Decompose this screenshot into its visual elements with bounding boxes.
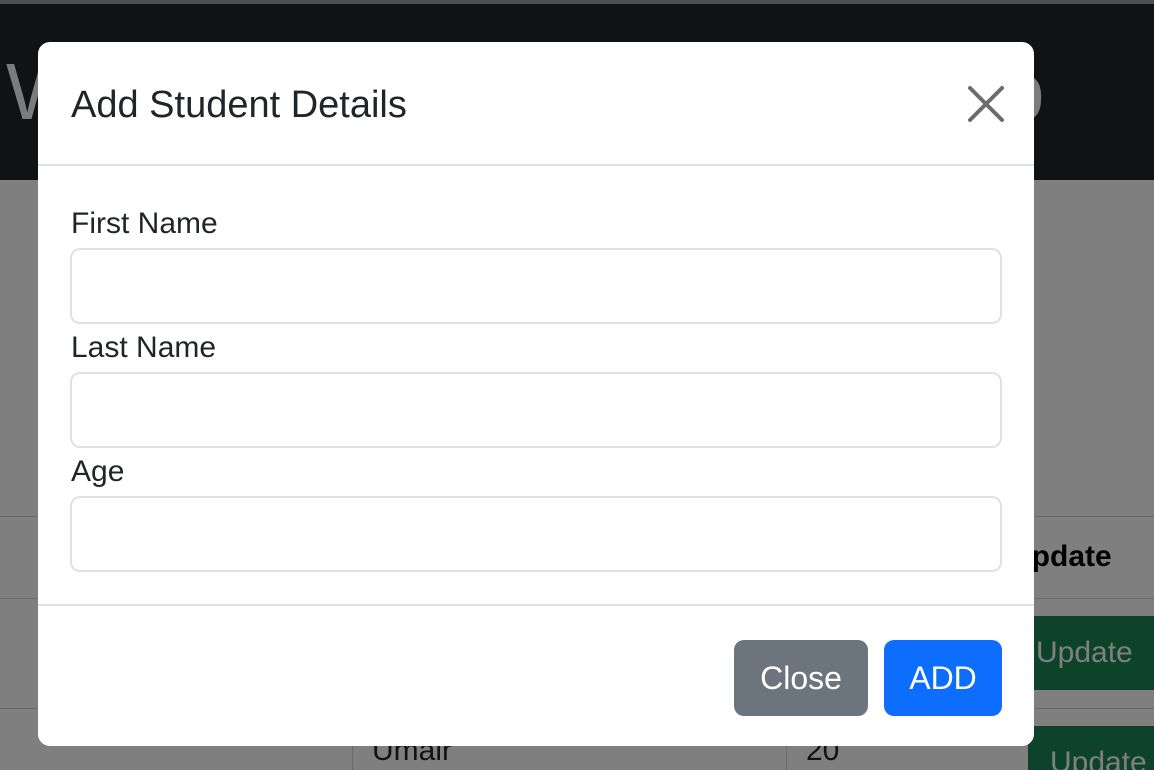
last-name-label: Last Name	[71, 331, 217, 364]
page: W p Update Update Umair 20 Update Add St…	[0, 0, 1154, 770]
first-name-field[interactable]	[70, 248, 1002, 324]
modal-header: Add Student Details	[38, 42, 1034, 166]
first-name-label: First Name	[71, 207, 218, 240]
modal-body: First Name Last Name Age	[38, 166, 1034, 606]
close-icon[interactable]	[964, 82, 1008, 126]
modal-footer: Close ADD	[38, 604, 1034, 746]
add-button[interactable]: ADD	[884, 640, 1002, 716]
close-button[interactable]: Close	[734, 640, 868, 716]
add-student-modal: Add Student Details First Name Last Name…	[38, 42, 1034, 746]
age-label: Age	[71, 455, 125, 488]
age-field[interactable]	[70, 496, 1002, 572]
last-name-field[interactable]	[70, 372, 1002, 448]
modal-title: Add Student Details	[71, 84, 407, 126]
